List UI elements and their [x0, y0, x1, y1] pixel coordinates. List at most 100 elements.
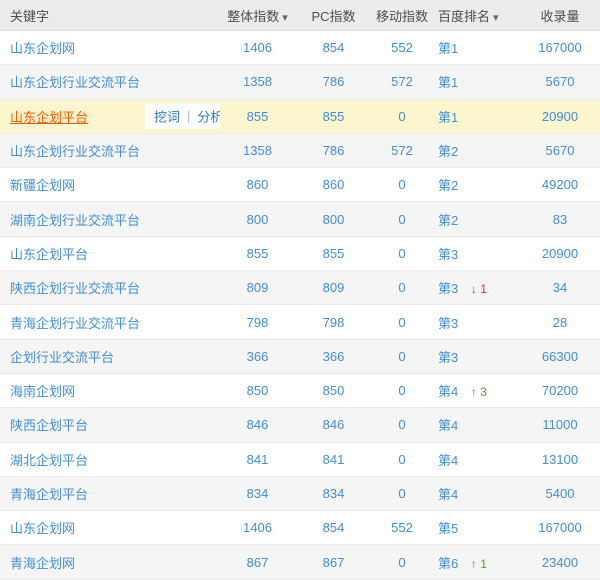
- overall-index-value[interactable]: 1406: [243, 40, 272, 55]
- mobile-index-value[interactable]: 0: [398, 246, 405, 261]
- indexed-count-value[interactable]: 167000: [538, 40, 581, 55]
- mobile-index-value[interactable]: 552: [391, 520, 413, 535]
- baidu-rank-value[interactable]: 第5: [438, 521, 458, 536]
- pc-index-value[interactable]: 841: [323, 452, 345, 467]
- overall-index-value[interactable]: 1358: [243, 143, 272, 158]
- baidu-rank-value[interactable]: 第1: [438, 75, 458, 90]
- table-row[interactable]: 陕西企划平台 846 846 0 第4 11000: [0, 407, 600, 443]
- table-row[interactable]: 湖北企划平台 841 841 0 第4 13100: [0, 442, 600, 477]
- keyword-link[interactable]: 山东企划网: [10, 41, 75, 56]
- pc-index-value[interactable]: 860: [323, 177, 345, 192]
- pc-index-value[interactable]: 855: [323, 246, 345, 261]
- baidu-rank-value[interactable]: 第4: [438, 487, 458, 502]
- indexed-count-value[interactable]: 11000: [542, 417, 577, 432]
- baidu-rank-value[interactable]: 第3: [438, 247, 458, 262]
- keyword-link[interactable]: 青海企划行业交流平台: [10, 316, 140, 331]
- baidu-rank-value[interactable]: 第4: [438, 418, 458, 433]
- mobile-index-value[interactable]: 0: [398, 315, 405, 330]
- analyze-link[interactable]: 分析: [197, 107, 220, 126]
- overall-index-value[interactable]: 855: [247, 109, 269, 124]
- baidu-rank-value[interactable]: 第2: [438, 213, 458, 228]
- indexed-count-value[interactable]: 5670: [546, 143, 575, 158]
- pc-index-value[interactable]: 786: [323, 74, 345, 89]
- table-row[interactable]: 山东企划平台 855 855 0 第3 20900: [0, 236, 600, 272]
- overall-index-value[interactable]: 1358: [243, 74, 272, 89]
- pc-index-value[interactable]: 366: [323, 349, 345, 364]
- mobile-index-value[interactable]: 552: [391, 40, 413, 55]
- mobile-index-value[interactable]: 0: [398, 383, 405, 398]
- mobile-index-value[interactable]: 0: [398, 177, 405, 192]
- mobile-index-value[interactable]: 0: [398, 452, 405, 467]
- keyword-link[interactable]: 青海企划平台: [10, 487, 88, 502]
- overall-index-value[interactable]: 800: [247, 212, 269, 227]
- keyword-link[interactable]: 海南企划网: [10, 384, 75, 399]
- table-row[interactable]: 青海企划平台 834 834 0 第4 5400: [0, 476, 600, 512]
- mobile-index-value[interactable]: 0: [398, 486, 405, 501]
- keyword-link[interactable]: 山东企划行业交流平台: [10, 144, 140, 159]
- table-row[interactable]: 新疆企划网 860 860 0 第2 49200: [0, 167, 600, 203]
- mobile-index-value[interactable]: 0: [398, 109, 405, 124]
- pc-index-value[interactable]: 854: [323, 520, 345, 535]
- table-row[interactable]: 山东企划网 1406 854 552 第1 167000: [0, 30, 600, 66]
- keyword-link[interactable]: 山东企划网: [10, 521, 75, 536]
- overall-index-value[interactable]: 366: [247, 349, 269, 364]
- column-header-baidu-rank[interactable]: 百度排名 ▾: [432, 0, 520, 31]
- indexed-count-value[interactable]: 167000: [538, 520, 581, 535]
- overall-index-value[interactable]: 809: [247, 280, 269, 295]
- baidu-rank-value[interactable]: 第4: [438, 453, 458, 468]
- overall-index-value[interactable]: 846: [247, 417, 269, 432]
- baidu-rank-value[interactable]: 第3: [438, 350, 458, 365]
- pc-index-value[interactable]: 798: [323, 315, 345, 330]
- table-row[interactable]: 企划行业交流平台 366 366 0 第3 66300: [0, 339, 600, 374]
- indexed-count-value[interactable]: 20900: [542, 109, 578, 124]
- mobile-index-value[interactable]: 0: [398, 349, 405, 364]
- table-row[interactable]: 山东企划平台 挖词 | 分析 855 855 0 第1 20900: [0, 99, 600, 134]
- indexed-count-value[interactable]: 13100: [542, 452, 578, 467]
- baidu-rank-value[interactable]: 第2: [438, 144, 458, 159]
- table-row[interactable]: 山东企划行业交流平台 1358 786 572 第1 5670: [0, 64, 600, 100]
- table-row[interactable]: 山东企划行业交流平台 1358 786 572 第2 5670: [0, 133, 600, 169]
- overall-index-value[interactable]: 867: [247, 555, 269, 570]
- baidu-rank-value[interactable]: 第3: [438, 281, 458, 296]
- overall-index-value[interactable]: 798: [247, 315, 269, 330]
- pc-index-value[interactable]: 867: [323, 555, 345, 570]
- keyword-link[interactable]: 企划行业交流平台: [10, 350, 114, 365]
- indexed-count-value[interactable]: 70200: [542, 383, 578, 398]
- pc-index-value[interactable]: 854: [323, 40, 345, 55]
- baidu-rank-value[interactable]: 第1: [438, 41, 458, 56]
- table-row[interactable]: 青海企划网 867 867 0 第6 ↑ 1 23400: [0, 544, 600, 580]
- indexed-count-value[interactable]: 34: [553, 280, 567, 295]
- table-row[interactable]: 海南企划网 850 850 0 第4 ↑ 3 70200: [0, 373, 600, 409]
- keyword-link[interactable]: 湖北企划平台: [10, 453, 88, 468]
- pc-index-value[interactable]: 800: [323, 212, 345, 227]
- table-row[interactable]: 青海企划行业交流平台 798 798 0 第3 28: [0, 304, 600, 340]
- indexed-count-value[interactable]: 20900: [542, 246, 578, 261]
- keyword-link[interactable]: 青海企划网: [10, 556, 75, 571]
- pc-index-value[interactable]: 809: [323, 280, 345, 295]
- baidu-rank-value[interactable]: 第6: [438, 556, 458, 571]
- mobile-index-value[interactable]: 572: [391, 74, 413, 89]
- overall-index-value[interactable]: 834: [247, 486, 269, 501]
- keyword-link[interactable]: 陕西企划平台: [10, 418, 88, 433]
- overall-index-value[interactable]: 1406: [243, 520, 272, 535]
- indexed-count-value[interactable]: 5670: [546, 74, 575, 89]
- baidu-rank-value[interactable]: 第3: [438, 316, 458, 331]
- pc-index-value[interactable]: 855: [323, 109, 345, 124]
- mobile-index-value[interactable]: 0: [398, 555, 405, 570]
- keyword-link[interactable]: 山东企划平台: [10, 247, 88, 262]
- keyword-link[interactable]: 山东企划平台: [10, 110, 88, 125]
- indexed-count-value[interactable]: 5400: [546, 486, 575, 501]
- baidu-rank-value[interactable]: 第2: [438, 178, 458, 193]
- baidu-rank-value[interactable]: 第4: [438, 384, 458, 399]
- mobile-index-value[interactable]: 0: [398, 280, 405, 295]
- column-header-overall-index[interactable]: 整体指数 ▾: [220, 0, 295, 31]
- mobile-index-value[interactable]: 0: [398, 417, 405, 432]
- indexed-count-value[interactable]: 83: [553, 212, 567, 227]
- pc-index-value[interactable]: 850: [323, 383, 345, 398]
- table-row[interactable]: 湖南企划行业交流平台 800 800 0 第2 83: [0, 201, 600, 237]
- overall-index-value[interactable]: 860: [247, 177, 269, 192]
- overall-index-value[interactable]: 841: [247, 452, 269, 467]
- table-row[interactable]: 陕西企划行业交流平台 809 809 0 第3 ↓ 1 34: [0, 270, 600, 306]
- dig-words-link[interactable]: 挖词: [154, 107, 180, 126]
- keyword-link[interactable]: 陕西企划行业交流平台: [10, 281, 140, 296]
